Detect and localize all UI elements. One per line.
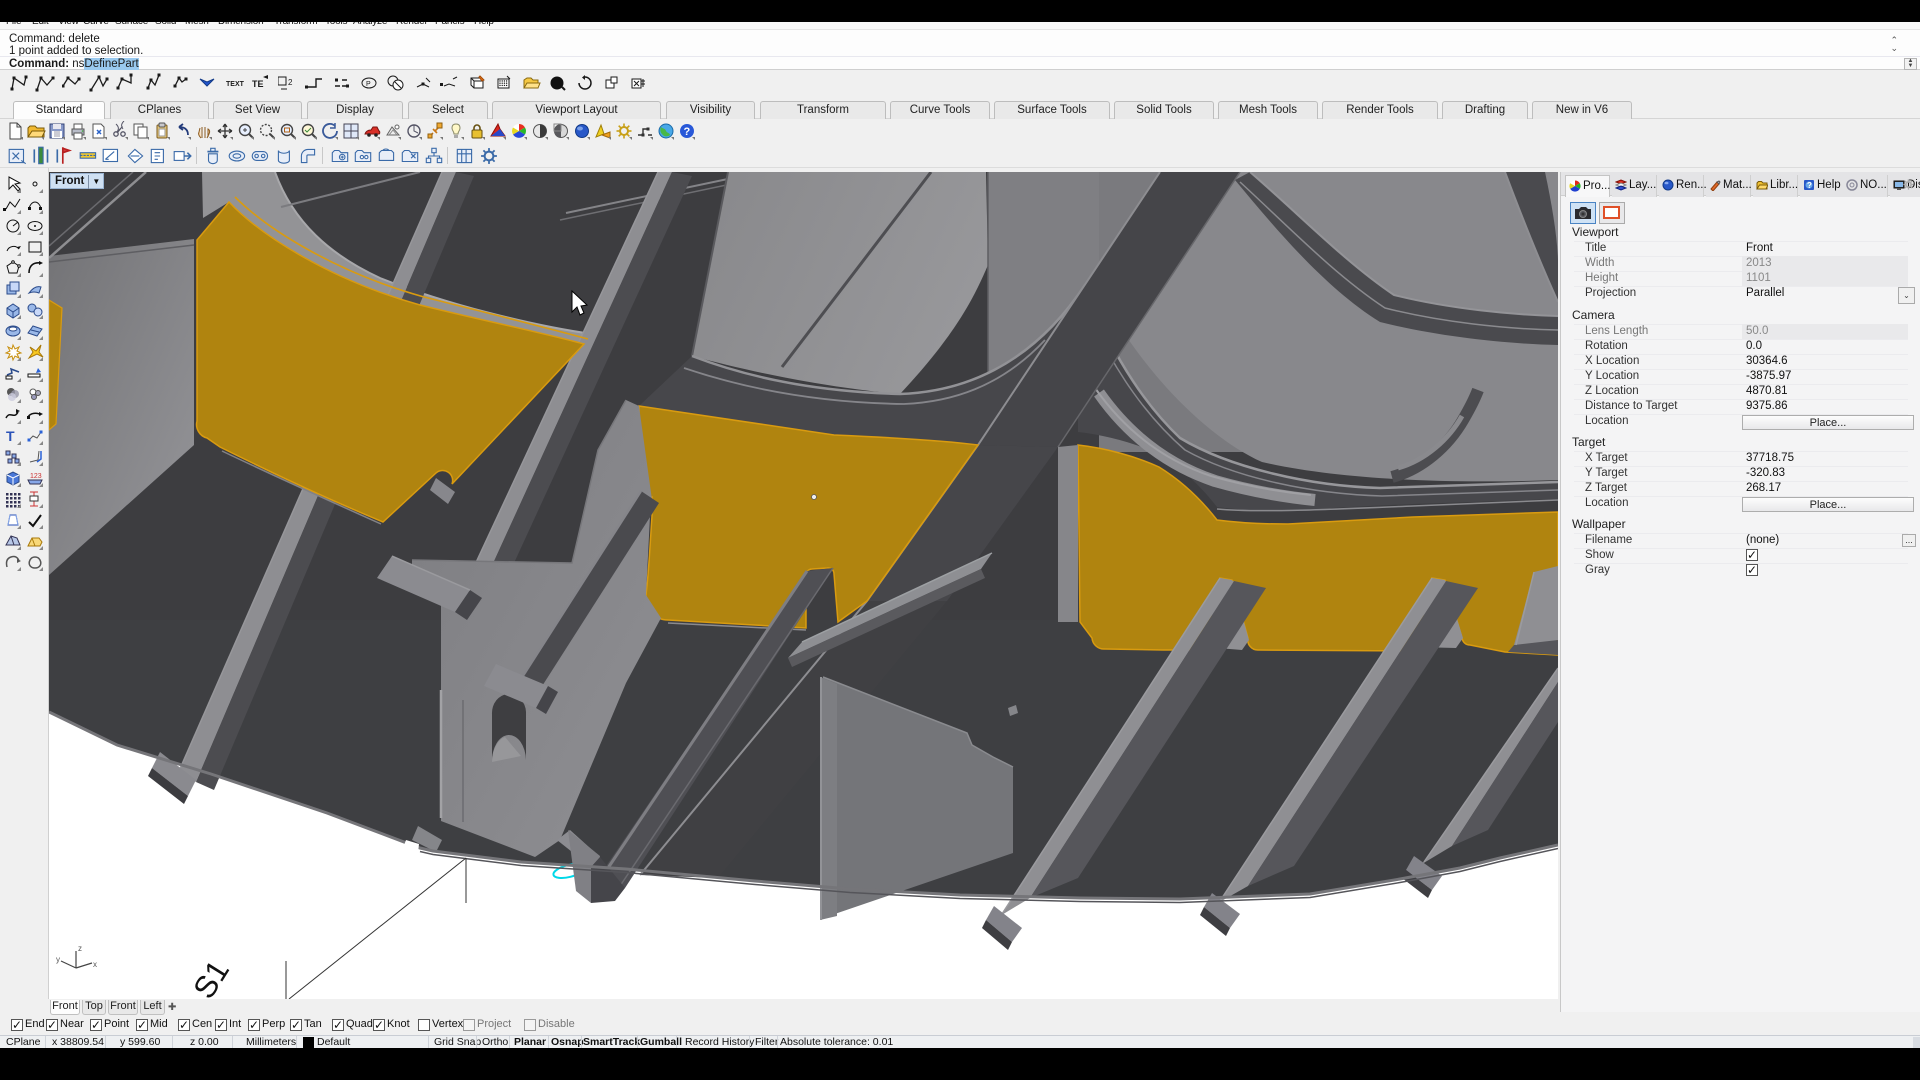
svg-text:TE: TE bbox=[252, 79, 264, 89]
svg-text:TEXT: TEXT bbox=[226, 81, 244, 88]
svg-text:2: 2 bbox=[288, 78, 293, 87]
svg-text:123: 123 bbox=[30, 473, 42, 480]
svg-text:y: y bbox=[56, 955, 60, 964]
svg-text:z: z bbox=[78, 944, 82, 953]
svg-text:?: ? bbox=[684, 126, 691, 138]
svg-text:T: T bbox=[6, 428, 15, 444]
svg-text:x: x bbox=[93, 960, 97, 969]
svg-text:P: P bbox=[366, 81, 371, 88]
svg-text:?: ? bbox=[1807, 181, 1812, 190]
